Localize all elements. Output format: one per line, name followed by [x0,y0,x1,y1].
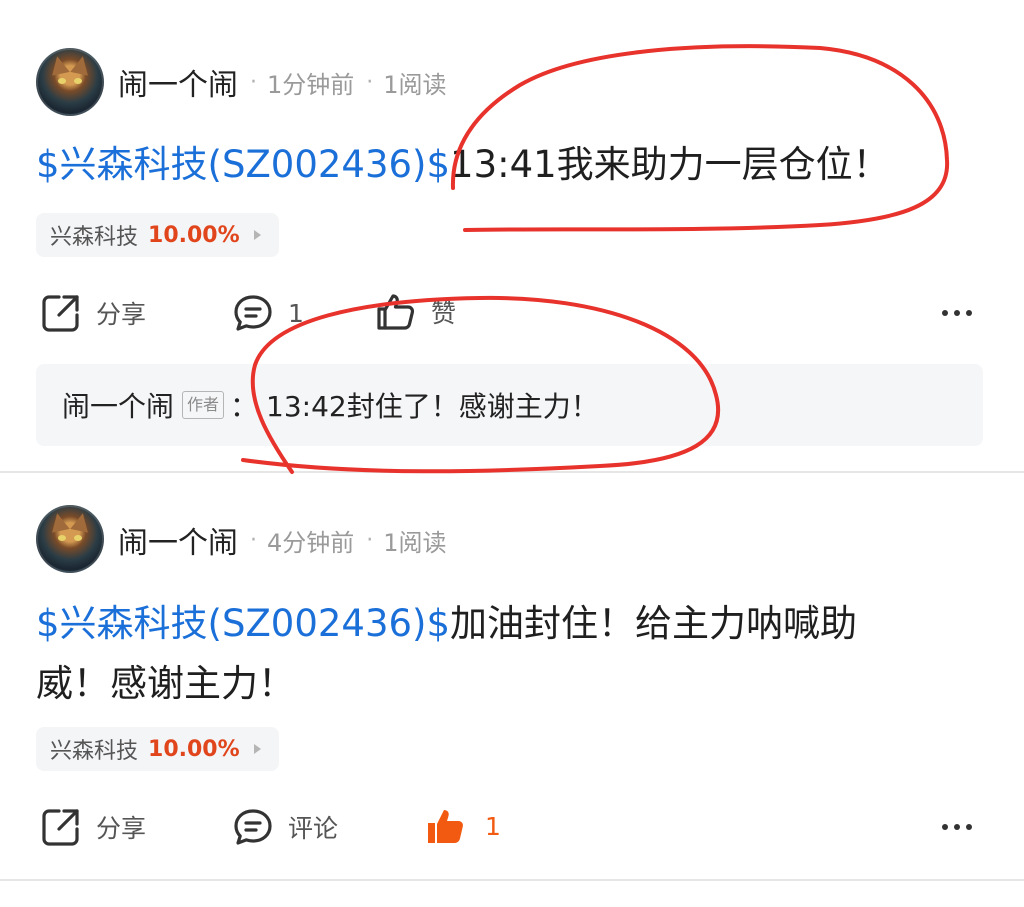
divider [0,471,1024,473]
share-button[interactable]: 分享 [40,292,146,334]
post-content: $兴森科技(SZ002436)$加油封住！给主力呐喊助 威！感谢主力！ [36,596,936,712]
comment-count: 1 [288,298,304,328]
reply-author[interactable]: 闹一个闹 [62,385,174,425]
author-badge: 作者 [182,391,225,419]
separator-dot: · [366,527,374,553]
more-button[interactable] [942,824,972,830]
stock-link[interactable]: $兴森科技(SZ002436)$ [36,602,450,645]
comment-button[interactable]: 评论 [232,807,338,847]
stock-link[interactable]: $兴森科技(SZ002436)$ [36,143,450,186]
thumbs-up-icon [375,292,417,332]
play-arrow-icon [253,744,261,754]
reply-colon: ： [230,390,259,423]
post-text-line-2: 威！感谢主力！ [36,662,295,705]
play-arrow-icon [253,230,261,240]
stock-tag-change: 10.00% [148,222,240,248]
share-icon [40,806,82,848]
share-icon [40,292,82,334]
like-button[interactable]: 赞 [375,292,456,332]
post-text: 13:41我来助力一层仓位！ [450,143,890,186]
post-meta: 闹一个闹 · 1分钟前 · 1阅读 [118,60,447,104]
like-button[interactable]: 1 [425,806,501,846]
share-label: 分享 [96,814,147,843]
avatar[interactable] [36,505,104,573]
author-name[interactable]: 闹一个闹 [118,60,238,104]
comment-button[interactable]: 1 [232,293,304,333]
stock-tag-name: 兴森科技 [50,225,139,250]
read-count: 1阅读 [383,528,447,557]
reply-text: 13:42封住了！感谢主力！ [266,390,599,423]
separator-dot: · [250,527,257,553]
more-button[interactable] [942,310,972,316]
post-meta: 闹一个闹 · 4分钟前 · 1阅读 [118,518,447,562]
comment-icon [232,807,274,847]
more-dots-icon [942,824,948,830]
like-label: 赞 [431,299,457,328]
post-time: 4分钟前 [267,528,355,557]
comment-label: 评论 [288,814,339,843]
thumbs-up-filled-icon [425,806,467,846]
stock-tag-change: 10.00% [148,736,240,762]
more-dots-icon [942,310,948,316]
post-text-line-1: 加油封住！给主力呐喊助 [450,602,858,645]
author-reply[interactable]: 闹一个闹 作者 ： 13:42封住了！感谢主力！ [36,364,983,446]
like-count: 1 [485,811,501,841]
separator-dot: · [250,69,257,95]
stock-tag-name: 兴森科技 [50,739,139,764]
comment-icon [232,293,274,333]
avatar[interactable] [36,48,104,116]
stock-tag[interactable]: 兴森科技 10.00% [36,727,279,771]
share-button[interactable]: 分享 [40,806,146,848]
author-name[interactable]: 闹一个闹 [118,518,238,562]
post-time: 1分钟前 [267,70,355,99]
divider [0,879,1024,881]
share-label: 分享 [96,300,147,329]
separator-dot: · [366,69,374,95]
read-count: 1阅读 [383,70,447,99]
post-content: $兴森科技(SZ002436)$13:41我来助力一层仓位！ [36,137,936,193]
stock-tag[interactable]: 兴森科技 10.00% [36,213,279,257]
